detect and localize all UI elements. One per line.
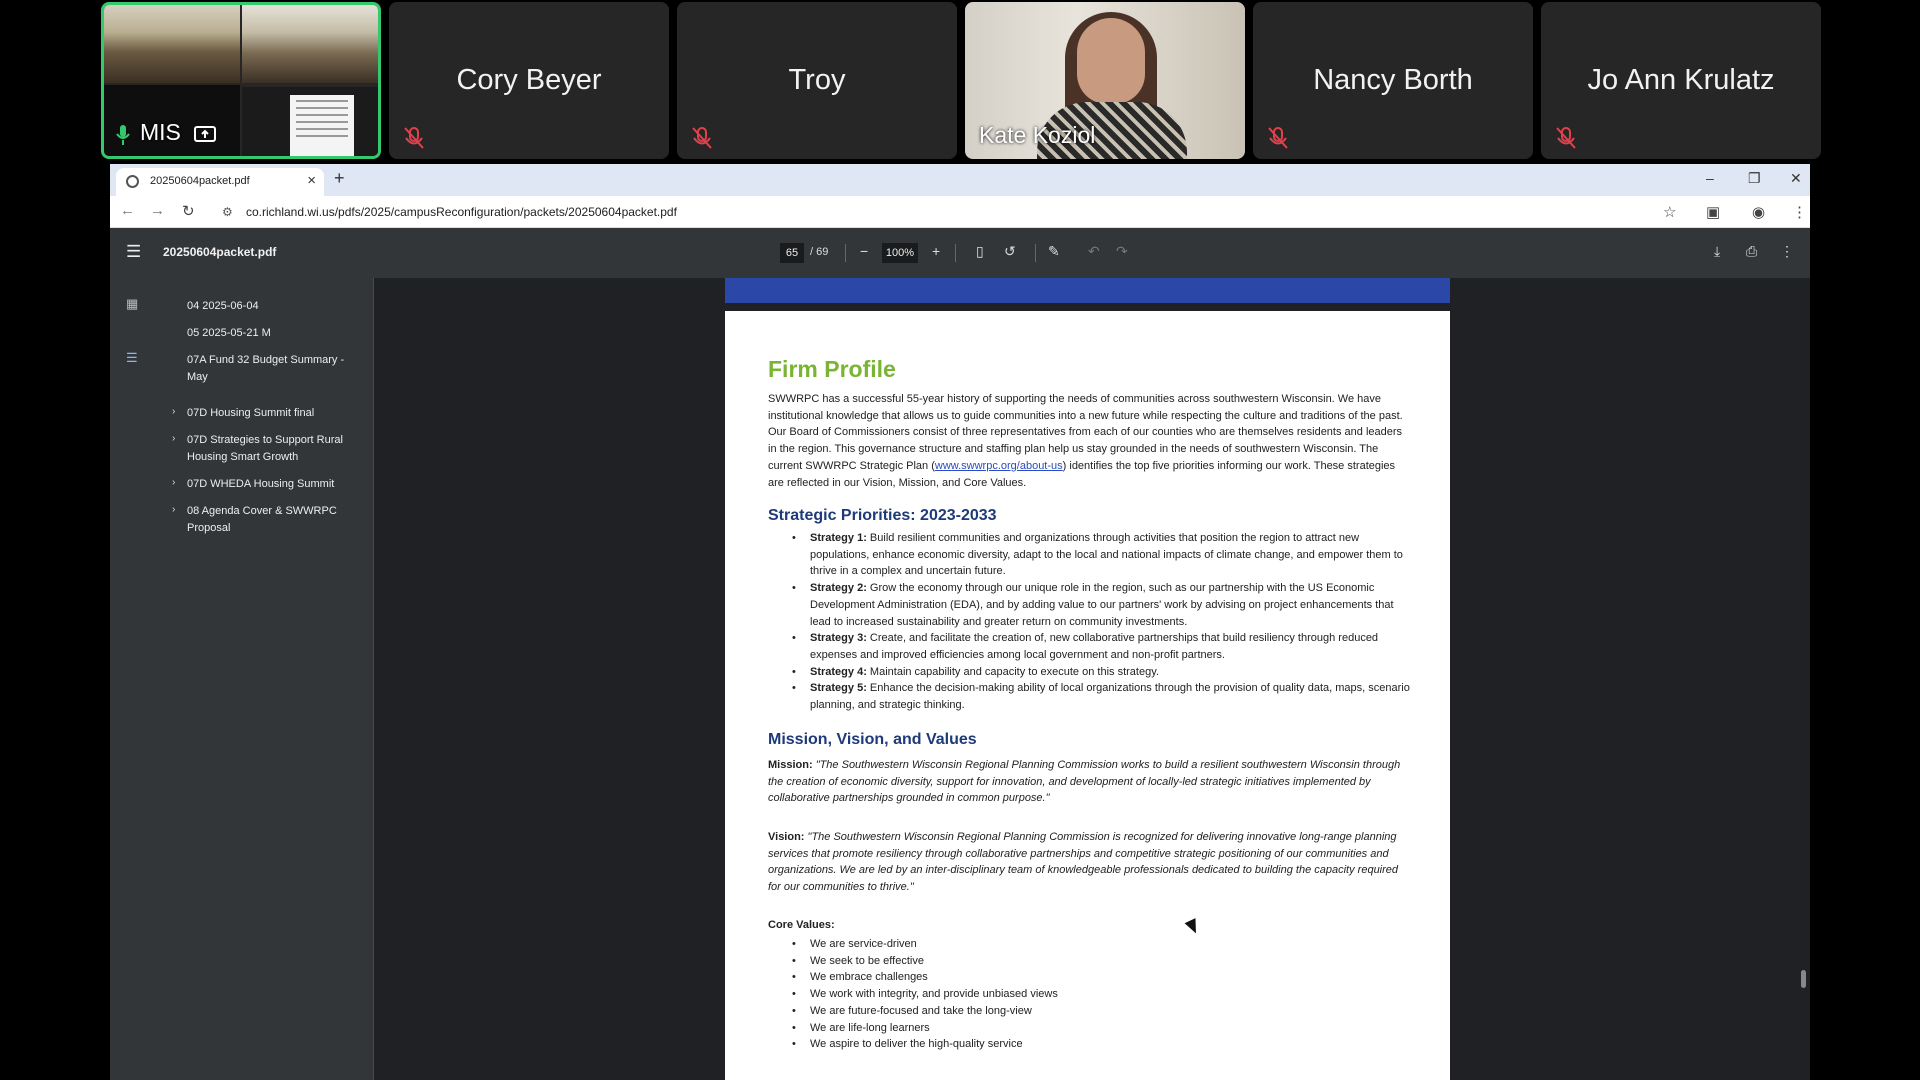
participant-name: Kate Koziol	[979, 122, 1096, 148]
back-icon[interactable]: ←	[120, 202, 135, 219]
more-options-icon[interactable]: ⋮	[1780, 243, 1794, 260]
list-item: Strategy 2: Grow the economy through our…	[792, 580, 1410, 630]
mvv-heading: Mission, Vision, and Values	[768, 731, 977, 748]
mic-muted-icon	[404, 127, 424, 149]
strategy-list: Strategy 1: Build resilient communities …	[792, 530, 1410, 714]
globe-icon	[126, 175, 139, 188]
tab-title: 20250604packet.pdf	[150, 175, 250, 187]
chevron-right-icon[interactable]: ›	[172, 433, 175, 444]
list-item: We aspire to deliver the high-quality se…	[792, 1036, 1410, 1053]
participant-name: Nancy Borth	[1313, 64, 1473, 96]
doc-title: Firm Profile	[768, 356, 896, 382]
room-video-thumbnail	[104, 5, 240, 83]
tab-strip: 20250604packet.pdf × + – ❐ ✕	[110, 164, 1810, 196]
participant-name: Jo Ann Krulatz	[1587, 64, 1775, 96]
chevron-right-icon[interactable]: ›	[172, 504, 175, 515]
download-icon[interactable]: ⤓	[1714, 243, 1720, 260]
bookmark-item[interactable]: 07D Strategies to Support Rural Housing …	[187, 432, 367, 466]
mic-muted-icon	[692, 127, 712, 149]
address-bar: ← → ↻ ⚙ co.richland.wi.us/pdfs/2025/camp…	[110, 196, 1810, 228]
shared-screen-thumbnail	[242, 87, 378, 156]
close-window-icon[interactable]: ✕	[1790, 170, 1802, 187]
undo-icon[interactable]: ↶	[1088, 243, 1100, 260]
intro-paragraph: SWWRPC has a successful 55-year history …	[768, 393, 1403, 489]
pdf-viewer[interactable]: Firm Profile SWWRPC has a successful 55-…	[375, 278, 1810, 1080]
participant-tile-jo-ann-krulatz[interactable]: Jo Ann Krulatz	[1541, 2, 1821, 159]
mic-muted-icon	[1268, 127, 1288, 149]
core-values-list: We are service-driven We seek to be effe…	[792, 936, 1410, 1053]
pdf-toolbar: ☰ 20250604packet.pdf 65 / 69 − 100% + ▯ …	[110, 228, 1810, 278]
participant-name: Cory Beyer	[456, 64, 602, 96]
participant-tile-kate-koziol[interactable]: Kate Koziol	[965, 2, 1245, 159]
bookmark-item[interactable]: 05 2025-05-21 M	[187, 325, 367, 342]
browser-tab[interactable]: 20250604packet.pdf ×	[116, 168, 324, 196]
participant-tile-troy[interactable]: Troy	[677, 2, 957, 159]
close-tab-icon[interactable]: ×	[307, 172, 316, 189]
bookmark-item[interactable]: 04 2025-06-04	[187, 298, 367, 315]
participant-tile-cory-beyer[interactable]: Cory Beyer	[389, 2, 669, 159]
browser-menu-icon[interactable]: ⋮	[1792, 203, 1807, 221]
pdf-sidebar: ▦ ☰ 04 2025-06-04 05 2025-05-21 M 07A Fu…	[110, 278, 374, 1080]
mic-on-icon	[116, 125, 130, 145]
bookmark-item[interactable]: 07A Fund 32 Budget Summary - May	[187, 352, 367, 386]
participant-tile-nancy-borth[interactable]: Nancy Borth	[1253, 2, 1533, 159]
hamburger-menu-icon[interactable]: ☰	[126, 242, 141, 262]
outline-icon[interactable]: ☰	[126, 350, 138, 366]
bookmark-item[interactable]: 07D WHEDA Housing Summit	[187, 476, 367, 493]
room-video-thumbnail	[242, 5, 378, 83]
pdf-filename: 20250604packet.pdf	[163, 245, 277, 259]
list-item: We embrace challenges	[792, 969, 1410, 986]
list-item: We are service-driven	[792, 936, 1410, 953]
annotate-icon[interactable]: ✎	[1048, 243, 1060, 260]
zoom-in-icon[interactable]: +	[932, 243, 940, 259]
new-tab-button[interactable]: +	[334, 168, 345, 189]
rotate-icon[interactable]: ↺	[1004, 243, 1016, 260]
profile-icon[interactable]: ◉	[1752, 203, 1765, 221]
thumbnails-icon[interactable]: ▦	[126, 296, 138, 312]
bookmark-star-icon[interactable]: ☆	[1663, 203, 1676, 221]
vision-paragraph: Vision: "The Southwestern Wisconsin Regi…	[768, 831, 1399, 894]
priorities-heading: Strategic Priorities: 2023-2033	[768, 507, 997, 524]
restore-icon[interactable]: ❐	[1748, 170, 1761, 187]
list-item: We work with integrity, and provide unbi…	[792, 986, 1410, 1003]
forward-icon[interactable]: →	[150, 202, 165, 219]
mic-muted-icon	[1556, 127, 1576, 149]
site-info-icon[interactable]: ⚙	[222, 205, 233, 219]
participant-strip: MIS Cory Beyer Troy Kate Koziol Nancy Bo…	[0, 0, 1920, 162]
list-item: We are future-focused and take the long-…	[792, 1003, 1410, 1020]
strategic-plan-link[interactable]: www.swwrpc.org/about-us	[935, 460, 1063, 472]
list-item: Strategy 4: Maintain capability and capa…	[792, 664, 1410, 681]
participant-tile-mis[interactable]: MIS	[101, 2, 381, 159]
list-item: Strategy 3: Create, and facilitate the c…	[792, 630, 1410, 663]
screen-share-icon	[194, 126, 216, 142]
pdf-page: Firm Profile SWWRPC has a successful 55-…	[725, 311, 1450, 1080]
chevron-right-icon[interactable]: ›	[172, 406, 175, 417]
page-total: / 69	[810, 246, 829, 258]
mission-paragraph: Mission: "The Southwestern Wisconsin Reg…	[768, 759, 1401, 805]
participant-name: Troy	[788, 64, 846, 96]
browser-window: 20250604packet.pdf × + – ❐ ✕ ← → ↻ ⚙ co.…	[110, 164, 1810, 1080]
page-number-input[interactable]: 65	[780, 243, 804, 263]
zoom-input[interactable]: 100%	[882, 243, 918, 263]
page-header-band	[725, 278, 1450, 303]
core-values-label: Core Values:	[768, 919, 835, 931]
print-icon[interactable]: ⎙	[1746, 243, 1757, 260]
url-field[interactable]: co.richland.wi.us/pdfs/2025/campusReconf…	[246, 205, 677, 219]
reload-icon[interactable]: ↻	[182, 202, 195, 220]
scrollbar-thumb[interactable]	[1801, 970, 1806, 988]
list-item: Strategy 5: Enhance the decision-making …	[792, 680, 1410, 713]
bookmark-item[interactable]: 08 Agenda Cover & SWWRPC Proposal	[187, 503, 367, 537]
zoom-out-icon[interactable]: −	[860, 243, 868, 259]
participant-name: MIS	[140, 119, 181, 145]
list-item: We are life-long learners	[792, 1020, 1410, 1037]
minimize-icon[interactable]: –	[1706, 170, 1714, 186]
redo-icon[interactable]: ↷	[1116, 243, 1128, 260]
fit-page-icon[interactable]: ▯	[976, 243, 984, 260]
chevron-right-icon[interactable]: ›	[172, 477, 175, 488]
list-item: Strategy 1: Build resilient communities …	[792, 530, 1410, 580]
bookmark-item[interactable]: 07D Housing Summit final	[187, 405, 367, 422]
tab-search-icon[interactable]: ▣	[1706, 203, 1720, 221]
list-item: We seek to be effective	[792, 953, 1410, 970]
